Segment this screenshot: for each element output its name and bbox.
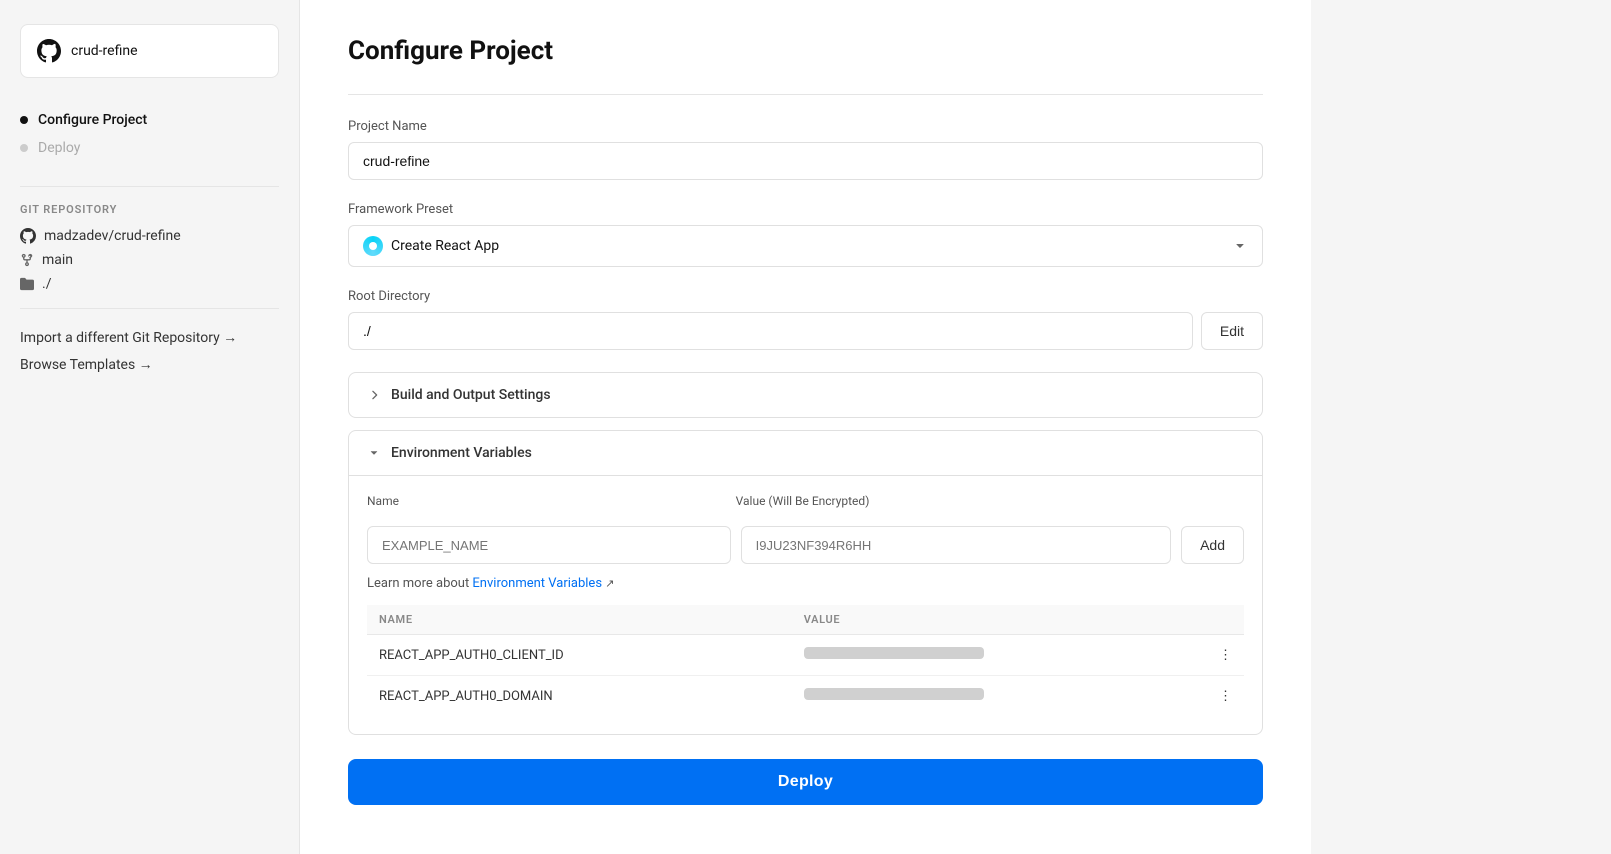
env-value-col-label: Value (Will Be Encrypted) — [736, 494, 1166, 508]
step-configure-label: Configure Project — [38, 112, 147, 128]
git-section-label: GIT REPOSITORY — [20, 203, 279, 216]
branch-icon — [20, 253, 34, 267]
env-table-body: REACT_APP_AUTH0_CLIENT_ID ⋮ REACT_APP_AU… — [367, 635, 1244, 717]
framework-group: Framework Preset Create React App — [348, 202, 1263, 267]
divider-2 — [20, 308, 279, 309]
env-row-name-1: REACT_APP_AUTH0_CLIENT_ID — [367, 635, 792, 676]
table-row: REACT_APP_AUTH0_CLIENT_ID ⋮ — [367, 635, 1244, 676]
env-section-header[interactable]: Environment Variables — [349, 431, 1262, 476]
browse-templates-link[interactable]: Browse Templates → — [20, 356, 279, 373]
repo-card: crud-refine — [20, 24, 279, 78]
main-content: Configure Project Project Name Framework… — [300, 0, 1311, 854]
env-input-row: Add — [367, 526, 1244, 564]
edit-button[interactable]: Edit — [1201, 312, 1263, 350]
page-title: Configure Project — [348, 36, 1263, 66]
env-col-value: VALUE — [792, 605, 1207, 635]
git-repo-row: madzadev/crud-refine — [20, 228, 279, 244]
env-labels-row: Name Value (Will Be Encrypted) — [367, 494, 1244, 514]
table-row: REACT_APP_AUTH0_DOMAIN ⋮ — [367, 676, 1244, 717]
root-dir-input[interactable] — [348, 312, 1193, 350]
step-deploy-label: Deploy — [38, 140, 80, 156]
import-git-link[interactable]: Import a different Git Repository → — [20, 329, 279, 346]
github-icon — [37, 39, 61, 63]
env-value-masked-2 — [804, 688, 984, 700]
env-row-value-1 — [792, 635, 1207, 676]
git-dir-row: ./ — [20, 276, 279, 292]
git-branch-row: main — [20, 252, 279, 268]
build-settings-header[interactable]: Build and Output Settings — [349, 373, 1262, 417]
chevron-down-icon — [1232, 238, 1248, 254]
step-dot-active — [20, 116, 28, 124]
env-row-menu-1[interactable]: ⋮ — [1207, 635, 1244, 676]
project-name-group: Project Name — [348, 119, 1263, 180]
sidebar: crud-refine Configure Project Deploy GIT… — [0, 0, 300, 854]
env-name-col-label: Name — [367, 494, 726, 508]
env-row-value-2 — [792, 676, 1207, 717]
root-dir-row: Edit — [348, 312, 1263, 350]
chevron-right-icon — [367, 388, 381, 402]
env-vars-link[interactable]: Environment Variables — [472, 576, 602, 591]
steps-section: Configure Project Deploy — [20, 106, 279, 162]
framework-label: Framework Preset — [348, 202, 1263, 217]
step-deploy[interactable]: Deploy — [20, 134, 279, 162]
env-row-menu-2[interactable]: ⋮ — [1207, 676, 1244, 717]
project-name-label: Project Name — [348, 119, 1263, 134]
build-settings-section: Build and Output Settings — [348, 372, 1263, 418]
divider-1 — [20, 186, 279, 187]
root-dir-group: Root Directory Edit — [348, 289, 1263, 350]
env-value-input[interactable] — [741, 526, 1171, 564]
framework-select[interactable]: Create React App — [348, 225, 1263, 267]
step-configure[interactable]: Configure Project — [20, 106, 279, 134]
env-value-masked-1 — [804, 647, 984, 659]
step-dot-inactive — [20, 144, 28, 152]
env-col-name: NAME — [367, 605, 792, 635]
sidebar-links: Import a different Git Repository → Brow… — [20, 329, 279, 373]
cra-icon — [363, 236, 383, 256]
git-section: GIT REPOSITORY madzadev/crud-refine main… — [20, 203, 279, 292]
github-small-icon — [20, 228, 36, 244]
framework-value: Create React App — [391, 238, 499, 254]
env-table-header-row: NAME VALUE — [367, 605, 1244, 635]
chevron-down-env-icon — [367, 446, 381, 460]
project-name-input[interactable] — [348, 142, 1263, 180]
git-repo-name: madzadev/crud-refine — [44, 228, 181, 244]
env-name-input[interactable] — [367, 526, 731, 564]
root-dir-label: Root Directory — [348, 289, 1263, 304]
env-learn-more: Learn more about Environment Variables ↗ — [367, 576, 1244, 591]
env-section-label: Environment Variables — [391, 445, 532, 461]
folder-icon — [20, 277, 34, 291]
env-table: NAME VALUE REACT_APP_AUTH0_CLIENT_ID ⋮ — [367, 605, 1244, 716]
add-env-button[interactable]: Add — [1181, 526, 1244, 564]
env-row-name-2: REACT_APP_AUTH0_DOMAIN — [367, 676, 792, 717]
git-branch-name: main — [42, 252, 73, 268]
repo-card-name: crud-refine — [71, 43, 138, 59]
title-divider — [348, 94, 1263, 95]
deploy-button[interactable]: Deploy — [348, 759, 1263, 805]
git-directory: ./ — [42, 276, 51, 292]
env-body: Name Value (Will Be Encrypted) Add Learn… — [349, 476, 1262, 734]
right-spacer — [1311, 0, 1611, 854]
env-section: Environment Variables Name Value (Will B… — [348, 430, 1263, 735]
build-settings-label: Build and Output Settings — [391, 387, 551, 403]
